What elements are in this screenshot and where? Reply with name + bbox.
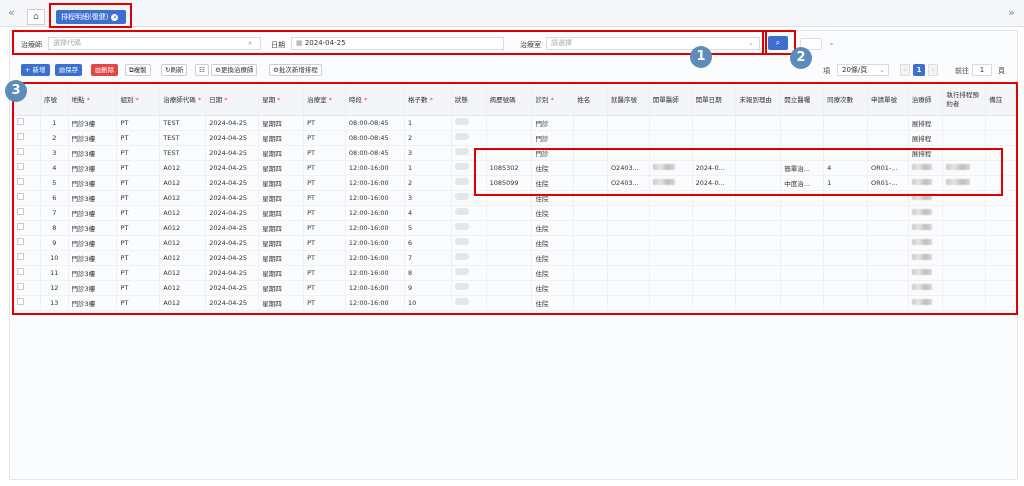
save-button[interactable]: ▤保存	[55, 64, 83, 76]
goto-value: 1	[979, 66, 985, 74]
add-button[interactable]: + 新增	[21, 64, 50, 76]
batch-add-button[interactable]: ⚙批次新增排程	[269, 64, 322, 76]
tab-highlight	[49, 3, 132, 28]
collapse-right-icon[interactable]: »	[1008, 7, 1015, 18]
refresh-button[interactable]: ↻刷新	[161, 64, 188, 76]
refresh-label: 刷新	[170, 66, 184, 74]
collapse-left-icon[interactable]: «	[8, 7, 15, 18]
goto-page-input[interactable]: 1	[972, 64, 992, 76]
page-size-select[interactable]: 20條/頁 ⌄	[837, 64, 889, 76]
save-label: 保存	[65, 66, 79, 74]
annotation-badge-3: 3	[5, 80, 27, 102]
search-highlight	[12, 30, 767, 55]
batch-label: 批次新增排程	[278, 66, 318, 74]
total-items-label: 項	[823, 67, 830, 75]
page-size-chevron-icon: ⌄	[879, 66, 885, 74]
delete-label: 刪除	[101, 66, 115, 74]
annotation-badge-1: 1	[690, 46, 712, 68]
copy-label: 複製	[133, 66, 147, 74]
copy-button[interactable]: ⧉複製	[125, 64, 151, 76]
list-button[interactable]: ☷	[195, 64, 209, 76]
expand-chevron-icon[interactable]: ⌄	[828, 38, 835, 47]
tab-bar: « ⌂ 排程明細(復健) × »	[0, 0, 1024, 27]
delete-button[interactable]: ▥刪除	[91, 64, 119, 76]
page-suffix-label: 頁	[998, 67, 1005, 75]
home-icon[interactable]: ⌂	[27, 9, 45, 25]
booked-rows-highlight	[474, 148, 1003, 196]
prev-page-button[interactable]: ‹	[900, 64, 910, 76]
table-highlight	[12, 82, 1018, 315]
replace-label: 更換治療師	[220, 66, 254, 74]
replace-therapist-button[interactable]: ⚙更換治療師	[211, 64, 258, 76]
page-number[interactable]: 1	[913, 64, 925, 76]
goto-label: 前往	[955, 67, 969, 75]
annotation-badge-2: 2	[790, 47, 812, 69]
page-size-value: 20條/頁	[842, 66, 868, 74]
next-page-button[interactable]: ›	[928, 64, 938, 76]
